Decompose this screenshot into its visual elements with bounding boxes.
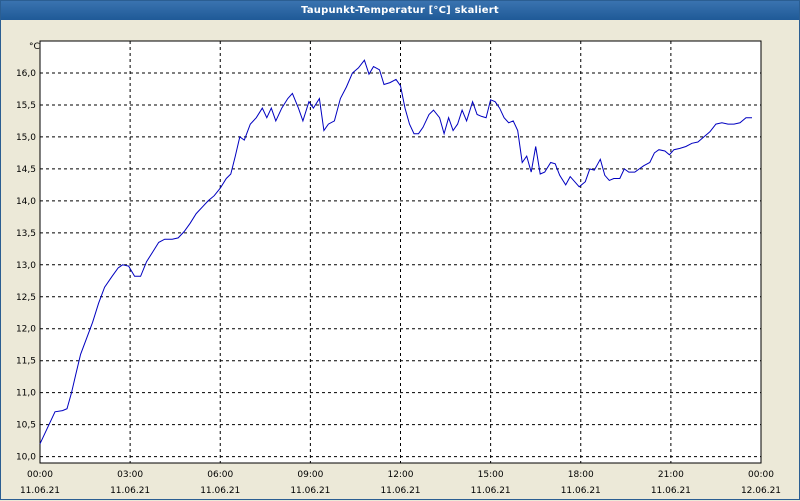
- x-tick-time: 15:00: [478, 470, 504, 480]
- y-tick-label: 14,5: [16, 165, 36, 175]
- y-tick-label: 14,0: [16, 197, 36, 207]
- x-tick-date: 11.06.21: [110, 486, 150, 496]
- x-tick-date: 11.06.21: [200, 486, 240, 496]
- y-tick-label: 15,0: [16, 133, 36, 143]
- y-tick-label: 12,0: [16, 325, 36, 335]
- y-tick-label: 16,0: [16, 69, 36, 79]
- y-tick-label: 13,5: [16, 229, 36, 239]
- y-tick-label: 12,5: [16, 293, 36, 303]
- y-tick-label: 11,0: [16, 389, 36, 399]
- x-tick-time: 00:00: [748, 470, 774, 480]
- x-tick-date: 11.06.21: [20, 486, 60, 496]
- x-tick-date: 12.06.21: [741, 486, 781, 496]
- y-tick-label: 11,5: [16, 357, 36, 367]
- chart-window: Taupunkt-Temperatur [°C] skaliert 10,0 10…: [0, 0, 800, 500]
- x-axis-ticks: 00:00 11.06.21 03:00 11.06.21 06:00 11.06.21 0…: [20, 470, 781, 496]
- x-tick-time: 09:00: [297, 470, 323, 480]
- y-tick-label: 15,5: [16, 101, 36, 111]
- y-tick-label: 10,5: [16, 421, 36, 431]
- x-tick-date: 11.06.21: [651, 486, 691, 496]
- x-tick-time: 21:00: [658, 470, 684, 480]
- x-tick-date: 11.06.21: [380, 486, 420, 496]
- x-tick-time: 06:00: [207, 470, 233, 480]
- x-tick-date: 11.06.21: [471, 486, 511, 496]
- y-tick-label: 10,0: [16, 453, 36, 463]
- x-tick-date: 11.06.21: [290, 486, 330, 496]
- y-axis-label: °C: [29, 42, 40, 52]
- x-tick-time: 18:00: [568, 470, 594, 480]
- x-tick-time: 00:00: [27, 470, 53, 480]
- y-tick-label: 13,0: [16, 261, 36, 271]
- x-tick-time: 03:00: [117, 470, 143, 480]
- x-tick-time: 12:00: [388, 470, 414, 480]
- y-axis-ticks: 10,0 10,5 11,0 11,5 12,0 12,5 13,0 13,5 14,0 14,5…: [16, 69, 36, 463]
- dewpoint-chart: 10,0 10,5 11,0 11,5 12,0 12,5 13,0 13,5 14,0 14,5…: [16, 40, 781, 496]
- x-tick-date: 11.06.21: [561, 486, 601, 496]
